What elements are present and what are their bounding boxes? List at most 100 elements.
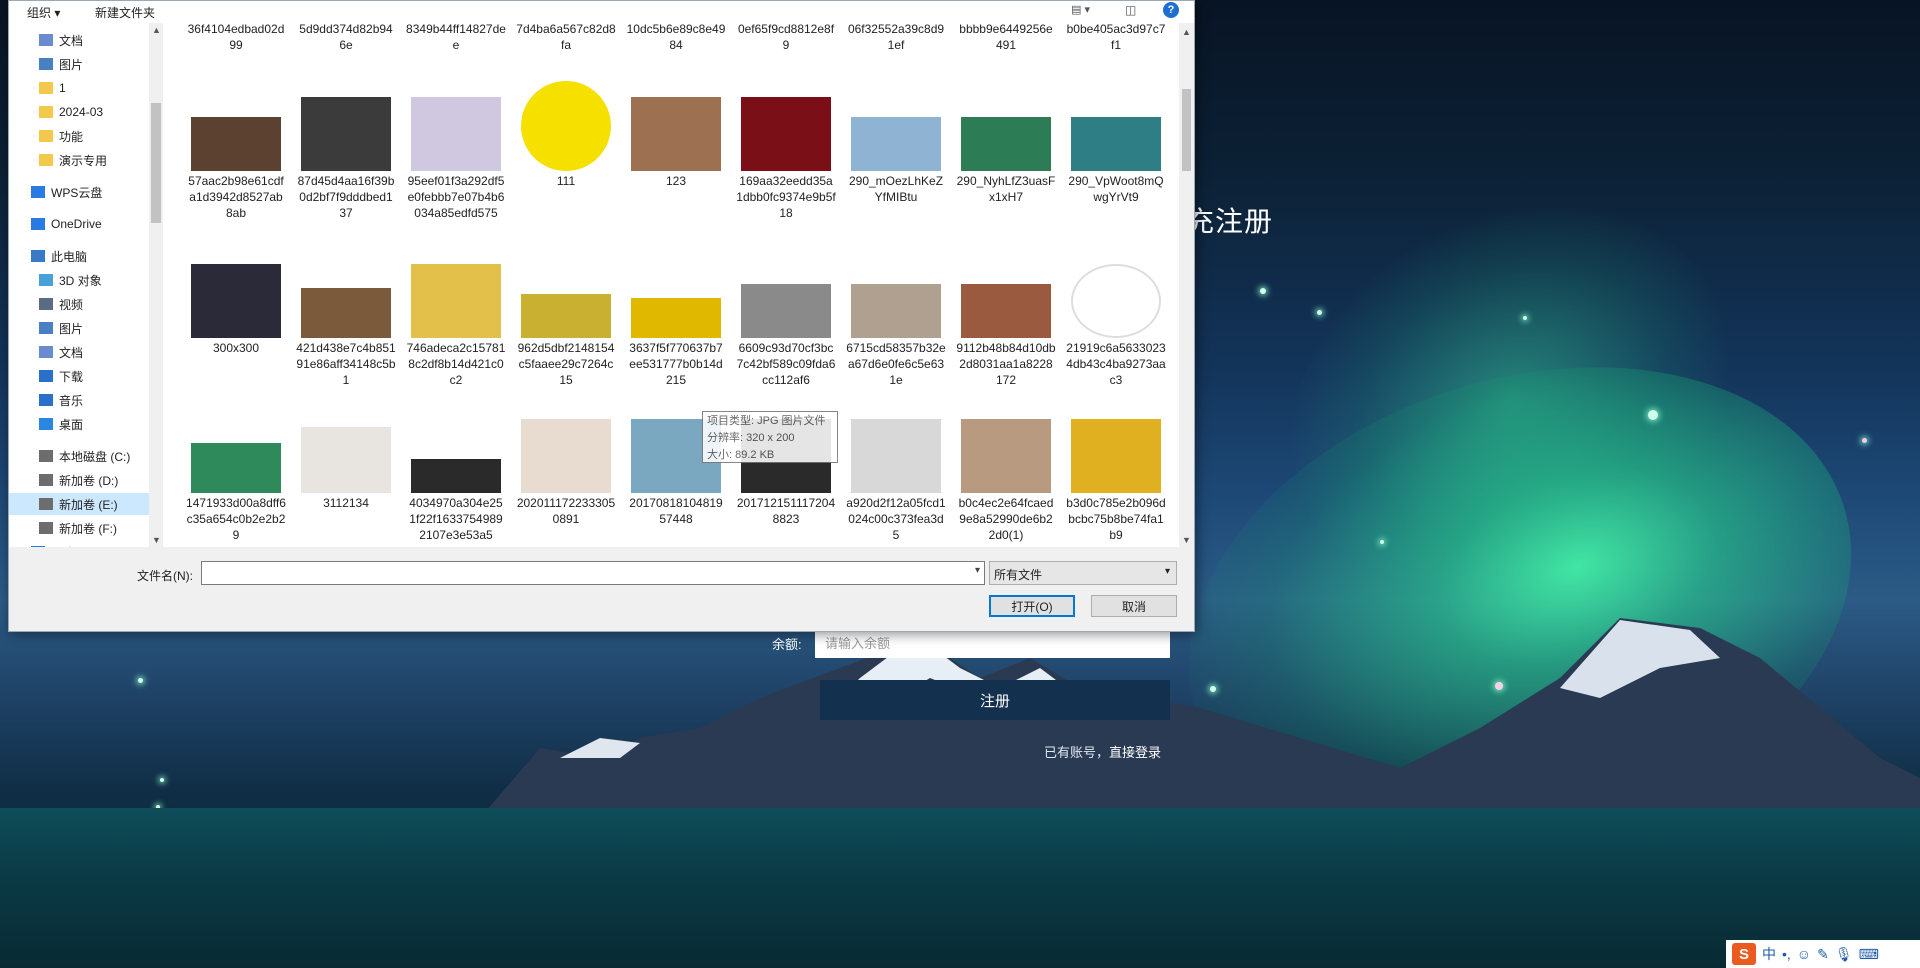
file-item[interactable]: 17b41224b9a70206f32552a39c8d91ef [846, 23, 946, 53]
pen-icon[interactable]: ✎ [1817, 946, 1829, 963]
scroll-down-icon[interactable]: ▼ [1182, 535, 1191, 545]
filetype-select[interactable]: 所有文件 ▾ [989, 561, 1177, 585]
file-item[interactable]: 4034970a304e251f22f16337549892107e3e53a5 [406, 403, 506, 543]
sidebar-item[interactable]: 1 [9, 77, 149, 99]
sidebar-item-label: 演示专用 [59, 153, 108, 168]
filename-input[interactable]: ▾ [201, 561, 985, 585]
sidebar-item-label: 新加卷 (E:) [59, 497, 118, 512]
file-grid-scrollbar[interactable]: ▲ ▼ [1179, 23, 1194, 547]
file-item[interactable]: 300x300 [186, 248, 286, 356]
file-name: 87d45d4aa16f39b0d2bf7f9dddbed137 [297, 174, 395, 220]
file-item[interactable]: 6715cd58357b32ea67d6e0fe6c5e631e [846, 248, 946, 388]
file-name: 123 [665, 174, 687, 188]
sidebar-scrollbar[interactable]: ▲ ▼ [149, 23, 163, 547]
sidebar-item-label: 新加卷 (D:) [59, 473, 119, 488]
chevron-down-icon[interactable]: ▾ [1165, 566, 1170, 577]
cancel-button[interactable]: 取消 [1091, 595, 1177, 617]
file-item[interactable]: 26c57ef07ca52bdbbbb9e6449256e491 [956, 23, 1056, 53]
file-grid-scroll-thumb[interactable] [1182, 89, 1191, 171]
file-item[interactable]: b3d0c785e2b096dbcbc75b8be74fa1b9 [1066, 403, 1166, 543]
ime-language[interactable]: 中 [1762, 944, 1776, 964]
sogou-ime-icon[interactable]: S [1732, 943, 1756, 965]
file-item[interactable]: 57aac2b98e61cdfa1d3942d8527ab8ab [186, 81, 286, 221]
sidebar-item[interactable]: 新加卷 (F:) [9, 517, 149, 539]
sidebar-item[interactable]: OneDrive [9, 213, 149, 235]
sidebar-item[interactable]: 新加卷 (D:) [9, 469, 149, 491]
drive-icon [39, 474, 53, 486]
sidebar-item[interactable]: 2024-03 [9, 101, 149, 123]
file-item[interactable]: 87d45d4aa16f39b0d2bf7f9dddbed137 [296, 81, 396, 221]
sidebar-item[interactable]: 图片 [9, 317, 149, 339]
file-name: a920d2f12a05fcd1024c00c373fea3d5 [846, 496, 946, 542]
file-item[interactable]: 962d5dbf2148154c5faaee29c7264c15 [516, 248, 616, 388]
sidebar-item[interactable]: 功能 [9, 125, 149, 147]
file-item[interactable]: 421d438e7c4b85191e86aff34148c5b1 [296, 248, 396, 388]
file-item[interactable]: 7fabdfb2a47eb6a7d4ba6a567c82d8fa [516, 23, 616, 53]
sidebar-item[interactable]: 3D 对象 [9, 269, 149, 291]
organize-button[interactable]: 组织 ▾ [27, 4, 60, 21]
file-item[interactable]: 29a6e065910cd03b0be405ac3d97c7f1 [1066, 23, 1166, 53]
file-thumbnail [961, 81, 1051, 171]
microphone-icon[interactable]: 🎙 [1835, 946, 1853, 963]
sidebar-item[interactable]: 文档 [9, 341, 149, 363]
register-button[interactable]: 注册 [820, 680, 1170, 720]
file-item[interactable]: 5a7cbaa662134a736f4104edbad02d99 [186, 23, 286, 53]
dialog-footer: 文件名(N): ▾ 所有文件 ▾ 打开(O) 取消 [9, 547, 1194, 631]
sidebar-item-label: 功能 [59, 129, 84, 144]
file-item[interactable]: 95eef01f3a292df5e0febbb7e07b4b6034a85edf… [406, 81, 506, 221]
sidebar-item-label: 3D 对象 [59, 273, 102, 288]
file-item[interactable]: 746adeca2c157818c2df8b14d421c0c2 [406, 248, 506, 388]
file-item[interactable]: 6aead15223c04f18349b44ff14827dee [406, 23, 506, 53]
file-item[interactable]: 2020111722333050891 [516, 403, 616, 527]
sidebar-scroll-thumb[interactable] [151, 103, 161, 223]
file-item[interactable]: 9112b48b84d10db2d8031aa1a8228172 [956, 248, 1056, 388]
file-item[interactable]: 8f6646b70b946fa10dc5b6e89c8e4984 [626, 23, 726, 53]
sidebar-item-label: WPS云盘 [51, 185, 103, 200]
file-name: b3d0c785e2b096dbcbc75b8be74fa1b9 [1066, 496, 1166, 542]
sidebar-item[interactable]: 演示专用 [9, 149, 149, 171]
balance-label: 余额: [772, 637, 802, 652]
file-item[interactable]: 6609c93d70cf3bc7c42bf589c09fda6cc112af6 [736, 248, 836, 388]
file-item[interactable]: a920d2f12a05fcd1024c00c373fea3d5 [846, 403, 946, 543]
sidebar-item[interactable]: 文档 [9, 29, 149, 51]
file-item[interactable]: 15a1c5217b5c6c20ef65f9cd8812e8f9 [736, 23, 836, 53]
sidebar-item[interactable]: 音乐 [9, 389, 149, 411]
filetype-value: 所有文件 [994, 568, 1043, 582]
file-item[interactable]: 6a4f3186fcc6a8a85d9dd374d82b946e [296, 23, 396, 53]
view-menu-icon[interactable]: ▤ ▾ [1071, 3, 1090, 16]
file-item[interactable]: 21919c6a56330234db43c4ba9273aac3 [1066, 248, 1166, 388]
sidebar-item-label: 文档 [59, 33, 84, 48]
sidebar-item[interactable]: 视频 [9, 293, 149, 315]
file-item[interactable]: 111 [516, 81, 616, 189]
open-button[interactable]: 打开(O) [989, 595, 1075, 617]
new-folder-button[interactable]: 新建文件夹 [95, 4, 155, 21]
sidebar-item[interactable]: 图片 [9, 53, 149, 75]
file-item[interactable]: 290_NyhLfZ3uasFx1xH7 [956, 81, 1056, 205]
login-link[interactable]: 直接登录 [1109, 745, 1161, 760]
file-item[interactable]: 3112134 [296, 403, 396, 511]
scroll-up-icon[interactable]: ▲ [152, 25, 161, 35]
sidebar-item[interactable]: WPS云盘 [9, 181, 149, 203]
ime-punctuation[interactable]: •, [1782, 946, 1791, 962]
sidebar-item[interactable]: 本地磁盘 (C:) [9, 445, 149, 467]
emoji-icon[interactable]: ☺ [1797, 946, 1811, 962]
scroll-up-icon[interactable]: ▲ [1182, 27, 1191, 37]
chevron-down-icon[interactable]: ▾ [975, 565, 980, 576]
preview-pane-icon[interactable]: ◫ [1125, 3, 1136, 17]
file-item[interactable]: 1471933d00a8dff6c35a654c0b2e2b29 [186, 403, 286, 543]
file-thumbnail [851, 81, 941, 171]
file-item[interactable]: b0c4ec2e64fcaed9e8a52990de6b22d0(1) [956, 403, 1056, 543]
file-item[interactable]: 3637f5f770637b7ee531777b0b14d215 [626, 248, 726, 388]
file-name: 290_mOezLhKeZYfMIBtu [848, 174, 944, 204]
sidebar-item[interactable]: 下载 [9, 365, 149, 387]
keyboard-icon[interactable]: ⌨ [1859, 946, 1879, 963]
sidebar-item[interactable]: 桌面 [9, 413, 149, 435]
sidebar-item[interactable]: 此电脑 [9, 245, 149, 267]
file-item[interactable]: 169aa32eedd35a1dbb0fc9374e9b5f18 [736, 81, 836, 221]
file-item[interactable]: 123 [626, 81, 726, 189]
scroll-down-icon[interactable]: ▼ [152, 535, 161, 545]
sidebar-item[interactable]: 新加卷 (E:) [9, 493, 149, 515]
file-item[interactable]: 290_VpWoot8mQwgYrVt9 [1066, 81, 1166, 205]
help-icon[interactable]: ? [1163, 2, 1179, 18]
file-item[interactable]: 290_mOezLhKeZYfMIBtu [846, 81, 946, 205]
